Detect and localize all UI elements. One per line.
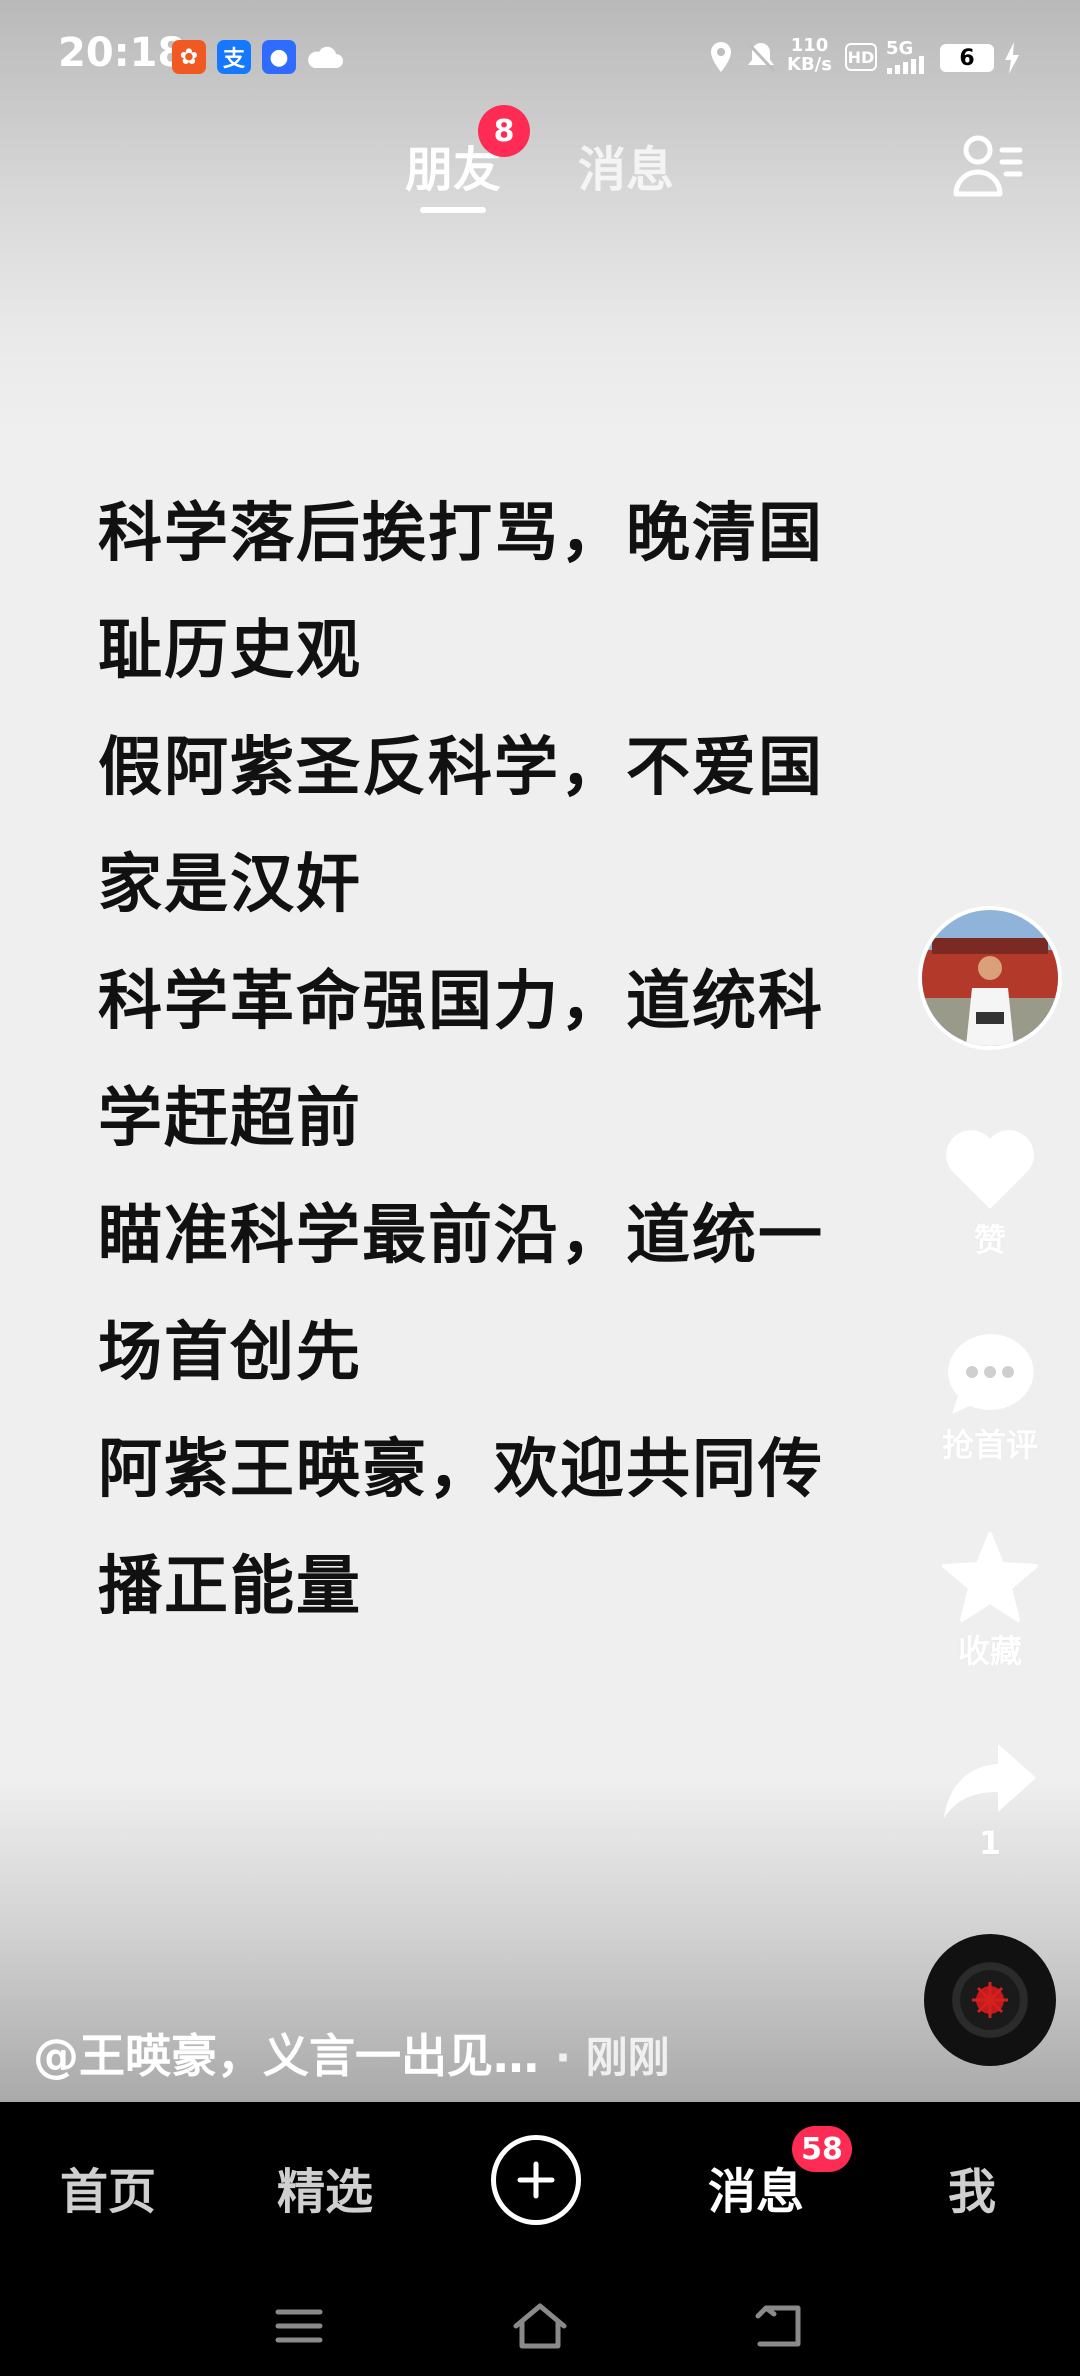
hd-icon: HD [845,43,877,71]
system-nav-bar [0,2274,1080,2376]
messages-badge: 58 [792,2126,852,2172]
back-icon[interactable] [752,2302,806,2350]
star-icon [942,1532,1038,1622]
music-disc[interactable] [924,1934,1056,2066]
weather-cloud-icon [308,46,343,68]
menu-icon[interactable] [274,2306,324,2346]
comment-button[interactable]: 抢首评 [920,1330,1060,1466]
favorite-button[interactable]: 收藏 [920,1532,1060,1672]
location-icon [711,42,731,72]
nav-home[interactable]: 首页 [60,2152,156,2222]
nav-me[interactable]: 我 [948,2152,996,2222]
like-button[interactable]: 赞 [920,1125,1060,1261]
post-text-line: 场首创先 [98,1316,362,1390]
share-button[interactable]: 1 [920,1740,1060,1862]
alipay-icon: 支 [217,40,251,74]
nav-featured[interactable]: 精选 [277,2152,373,2222]
network-speed: 110 KB/s [787,35,832,75]
share-count: 1 [978,1824,1002,1862]
contacts-icon[interactable] [952,132,1024,202]
friends-badge: 8 [478,105,530,157]
post-text-line: 假阿紫圣反科学，不爱国 [98,731,824,805]
favorite-label: 收藏 [957,1632,1022,1670]
post-text-line: 家是汉奸 [98,848,362,922]
mute-bell-icon [746,41,776,73]
plus-icon [517,2161,555,2199]
signal-icon [887,56,924,74]
music-cover-icon [960,1970,1020,2030]
post-text: 科学落后挨打骂，晚清国 耻历史观 假阿紫圣反科学，不爱国 家是汉奸 科学革命强国… [98,476,898,1646]
baidu-icon: ● [262,40,296,74]
author-avatar[interactable] [918,906,1062,1050]
post-text-line: 学赶超前 [98,1082,362,1156]
post-text-line: 瞄准科学最前沿，道统一 [98,1199,824,1273]
status-bar: 20:18 ✿ 支 ● 110 KB/s HD 5G 6 [0,0,1080,115]
comment-label: 抢首评 [941,1426,1038,1464]
app-notification-icon: ✿ [172,40,206,74]
post-text-line: 科学落后挨打骂，晚清国 [98,497,824,571]
like-label: 赞 [973,1221,1006,1259]
share-arrow-icon [944,1744,1036,1818]
post-caption[interactable]: @王暎豪，义言一出见… · 刚刚 [33,2020,670,2086]
charging-icon [1005,42,1019,74]
post-text-line: 耻历史观 [98,614,362,688]
nav-messages[interactable]: 消息 [708,2152,804,2222]
post-text-line: 阿紫王暎豪，欢迎共同传 [98,1433,824,1507]
tab-messages[interactable]: 消息 [578,130,674,200]
clock: 20:18 [58,30,186,76]
content-area: 20:18 ✿ 支 ● 110 KB/s HD 5G 6 朋友 8 消息 科学落… [0,0,1080,2102]
post-text-line: 科学革命强国力，道统科 [98,965,824,1039]
create-button[interactable] [491,2135,581,2225]
heart-icon [946,1130,1034,1209]
avatar-photo [922,910,1058,1046]
battery-icon: 6 [940,44,994,72]
post-text-line: 播正能量 [98,1550,362,1624]
post-time: · 刚刚 [555,2033,670,2082]
active-tab-indicator [420,207,486,213]
comment-icon [948,1334,1034,1414]
caption-text: @王暎豪，义言一出见… [33,2029,539,2083]
bottom-nav: 首页 精选 消息 58 我 [0,2102,1080,2274]
home-icon[interactable] [510,2300,570,2352]
